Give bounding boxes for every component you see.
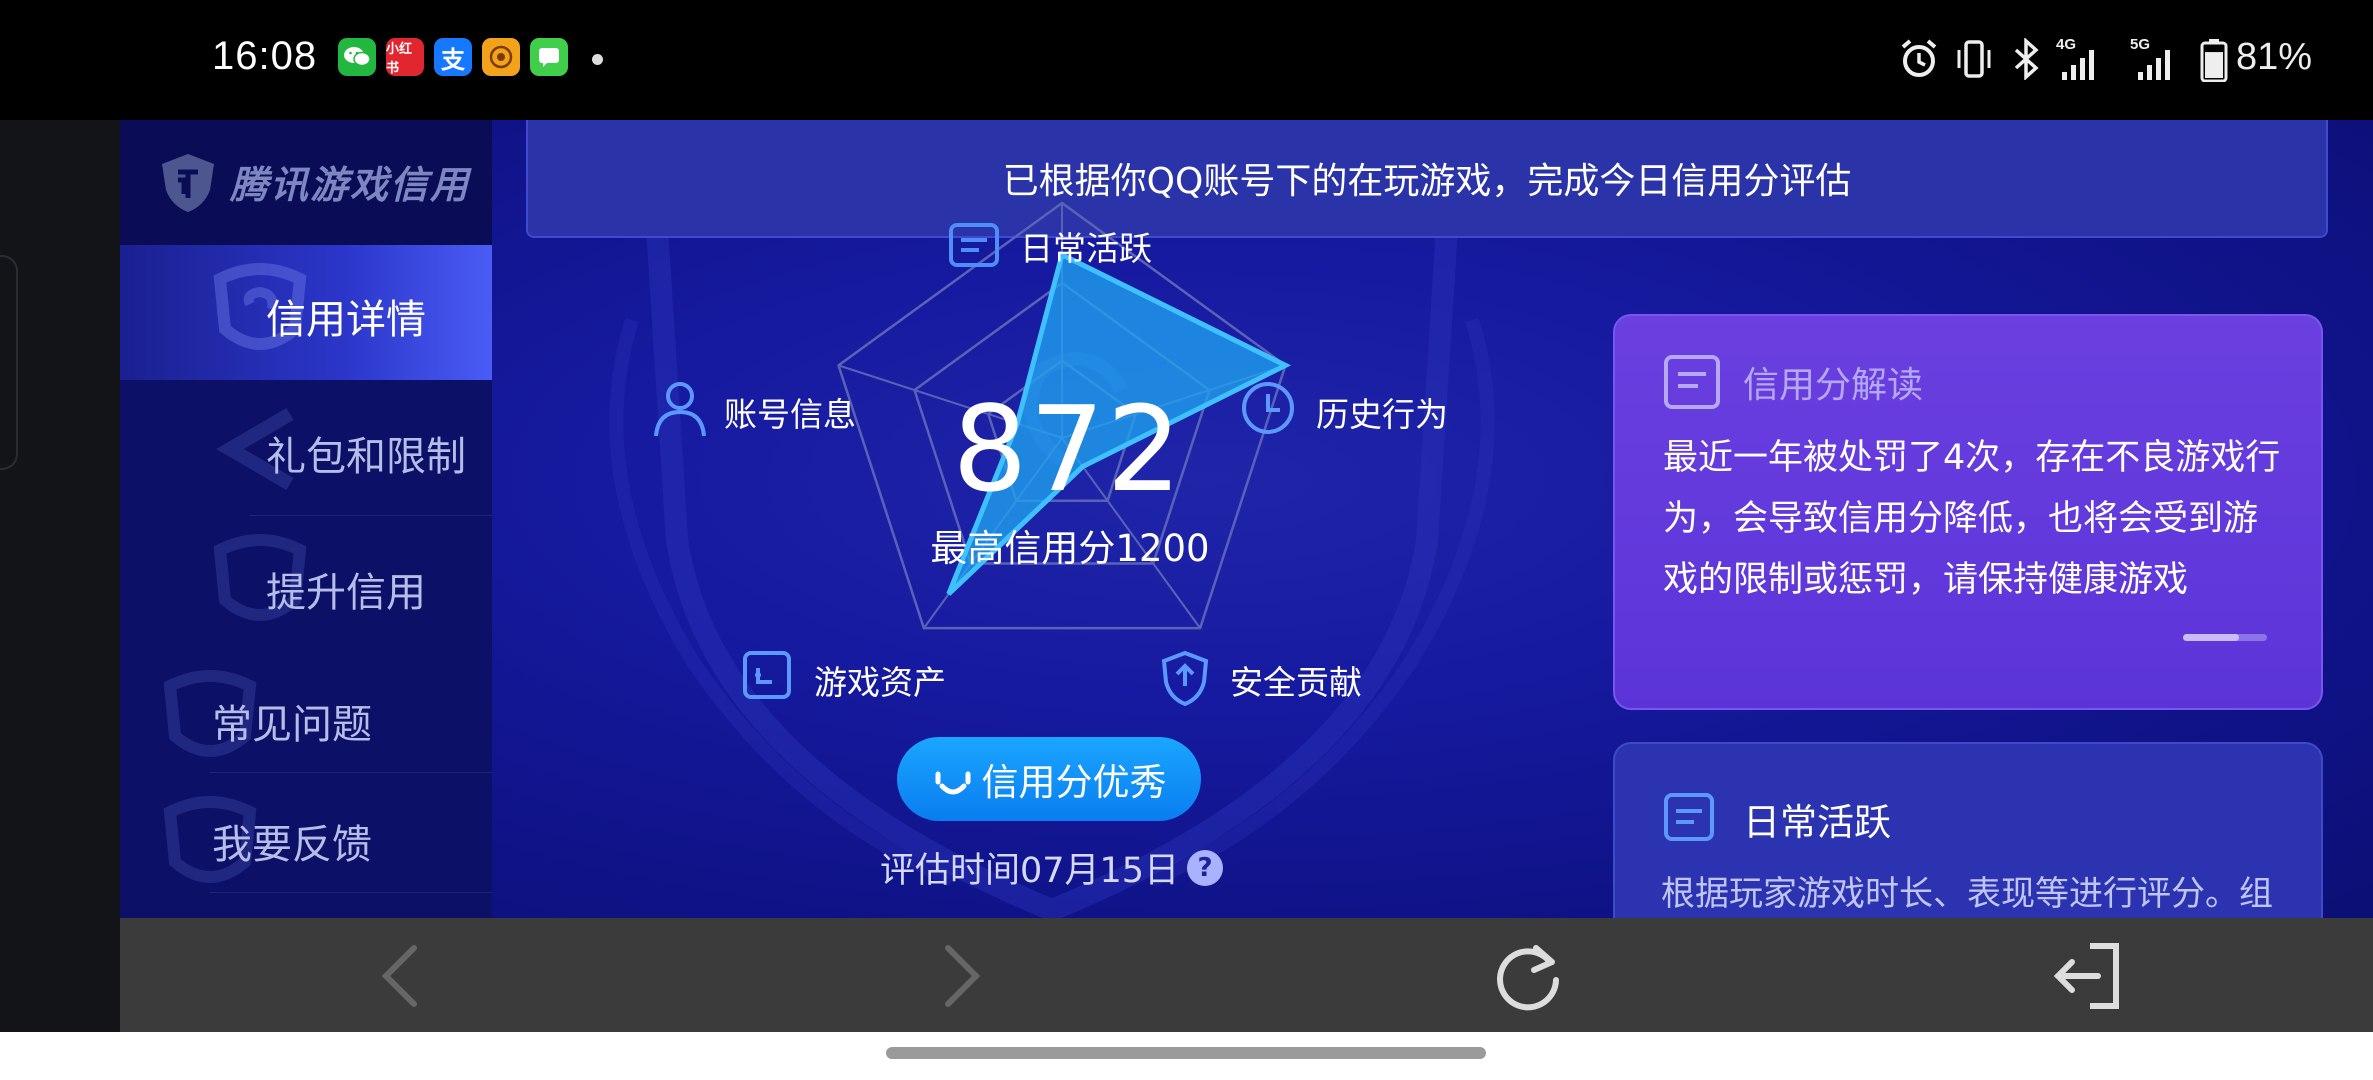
- max-score-label: 最高信用分1200: [930, 527, 1210, 570]
- radar-chart: [837, 201, 1292, 630]
- history-clock-icon: [1242, 382, 1294, 434]
- exit-button[interactable]: [2050, 938, 2126, 1014]
- radar-label-daily: 日常活跃: [1020, 229, 1152, 268]
- gesture-handle[interactable]: [886, 1047, 1486, 1059]
- xiaohongshu-label: 小红书: [386, 41, 413, 75]
- card-title: 信用分解读: [1743, 365, 1924, 406]
- signal-4g-icon: 4G: [2056, 36, 2106, 82]
- alarm-icon: [1901, 39, 1937, 77]
- help-icon[interactable]: ?: [1187, 849, 1224, 886]
- screen: 16:08 小红书 支 4G 5G 81% 腾讯游戏信用 信用详情 礼包和限制 …: [0, 0, 2373, 1080]
- edge-panel-handle[interactable]: [0, 255, 18, 470]
- refresh-button[interactable]: [1490, 938, 1566, 1014]
- document-icon: [1664, 355, 1720, 409]
- security-shield-icon: [1161, 650, 1209, 706]
- scroll-indicator-thumb: [2183, 634, 2239, 641]
- status-bar: 16:08 小红书 支 4G 5G 81%: [0, 0, 2373, 120]
- radar-label-history: 历史行为: [1316, 395, 1448, 434]
- more-notifications-dot: [592, 54, 603, 65]
- help-glyph: ?: [1197, 852, 1213, 883]
- alipay-icon: 支: [434, 38, 472, 76]
- navigation-gesture-area: [0, 1032, 2373, 1080]
- signal-5g-icon: 5G: [2124, 36, 2182, 82]
- card-body: 最近一年被处罚了4次，存在不良游戏行为，会导致信用分降低，也将会受到游戏的限制或…: [1663, 438, 2281, 600]
- battery-icon: [2200, 39, 2228, 82]
- web-page: 腾讯游戏信用 信用详情 礼包和限制 提升信用 常见问题 我要反馈 已根据你QQ账…: [120, 120, 2373, 918]
- radar-label-security: 安全贡献: [1230, 663, 1362, 702]
- credit-explanation-card: 信用分解读 最近一年被处罚了4次，存在不良游戏行为，会导致信用分降低，也将会受到…: [1613, 314, 2323, 710]
- alipay-label: 支: [441, 46, 465, 74]
- browser-toolbar: [120, 918, 2373, 1032]
- battery-percent: 81%: [2236, 36, 2313, 78]
- credit-score: 872: [952, 380, 1184, 518]
- status-time: 16:08: [212, 34, 318, 78]
- card-body: 根据玩家游戏时长、表现等进行评分。组: [1661, 874, 2273, 914]
- daily-activity-icon: [949, 223, 999, 267]
- evaluation-time-text: 评估时间07月15日: [880, 851, 1180, 891]
- credit-rating-button[interactable]: 信用分优秀: [897, 737, 1201, 821]
- messages-icon: [530, 38, 568, 76]
- smile-icon: [935, 771, 970, 795]
- xiaohongshu-icon: 小红书: [386, 38, 424, 76]
- bluetooth-icon: [2014, 38, 2039, 80]
- radar-label-assets: 游戏资产: [814, 663, 946, 702]
- game-icon: [482, 38, 520, 76]
- back-button[interactable]: [366, 938, 442, 1014]
- radar-label-account: 账号信息: [724, 395, 856, 434]
- scroll-indicator: [2183, 634, 2267, 641]
- credit-rating-label: 信用分优秀: [981, 761, 1167, 804]
- daily-activity-icon: [1664, 793, 1714, 841]
- evaluation-time: 评估时间07月15日 ?: [880, 842, 1224, 893]
- left-edge-panel: [0, 120, 120, 1032]
- account-info-icon: [654, 382, 706, 437]
- vibrate-icon: [1957, 40, 1991, 78]
- game-assets-icon: [743, 651, 791, 699]
- wechat-icon: [338, 38, 376, 76]
- card-title: 日常活跃: [1743, 801, 1891, 844]
- daily-activity-card: 日常活跃 根据玩家游戏时长、表现等进行评分。组: [1613, 742, 2323, 918]
- forward-button[interactable]: [920, 938, 996, 1014]
